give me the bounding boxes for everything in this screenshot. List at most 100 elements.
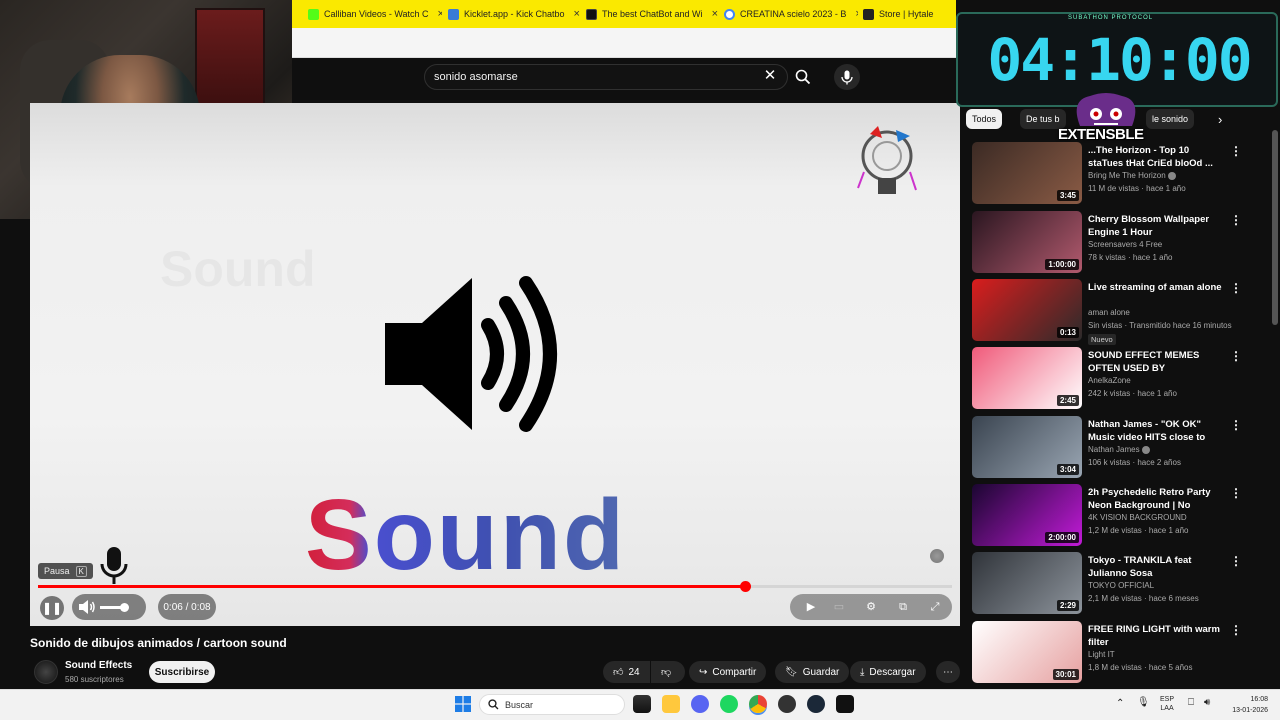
microphone-icon — [841, 70, 853, 84]
browser-tab-3[interactable]: The best ChatBot and Wi × — [586, 4, 720, 24]
recommendation-thumbnail[interactable]: 2:00:00 — [972, 484, 1082, 546]
recommendation-item[interactable]: 3:45 ...The Horizon - Top 10 staTues tHat… — [972, 142, 1272, 206]
more-options-icon[interactable]: ⋮ — [1230, 623, 1242, 637]
recommendation-thumbnail[interactable]: 30:01 — [972, 621, 1082, 683]
recommendation-item[interactable]: 2:29 Tokyo - TRANKILA feat Julianno Sosa T… — [972, 552, 1272, 616]
tray-language[interactable]: ESP LAA — [1160, 695, 1174, 713]
volume-icon[interactable] — [78, 599, 96, 615]
channel-avatar[interactable] — [34, 660, 58, 684]
more-actions-button[interactable]: ⋯ — [936, 661, 960, 683]
share-button[interactable]: ↪ Compartir — [689, 661, 767, 683]
recommendation-thumbnail[interactable]: 2:45 — [972, 347, 1082, 409]
recommendation-channel[interactable]: Screensavers 4 Free — [1088, 240, 1162, 249]
dislike-button[interactable]: 👎︎ — [651, 661, 685, 683]
download-button[interactable]: ⤓ Descargar — [850, 661, 926, 683]
recommendation-title[interactable]: FREE RING LIGHT with warm filter — [1088, 623, 1222, 649]
search-button[interactable] — [788, 64, 818, 90]
search-input[interactable]: sonido asomarse — [424, 64, 788, 90]
recommendation-thumbnail[interactable]: 2:29 — [972, 552, 1082, 614]
recommendation-item[interactable]: 1:00:00 Cherry Blossom Wallpaper Engine 1… — [972, 211, 1272, 275]
recommendation-title[interactable]: Tokyo - TRANKILA feat Julianno Sosa — [1088, 554, 1222, 580]
microphone-overlay-icon — [100, 547, 128, 584]
chip-all[interactable]: Todos — [966, 109, 1003, 129]
tray-microphone-icon[interactable]: 🎙︎ — [1137, 697, 1150, 708]
sidebar-scrollbar[interactable] — [1272, 130, 1278, 325]
close-tab-icon[interactable]: × — [855, 8, 858, 20]
recommendation-thumbnail[interactable]: 0:13 — [972, 279, 1082, 341]
download-label: Descargar — [869, 666, 916, 678]
recommendation-title[interactable]: Cherry Blossom Wallpaper Engine 1 Hour — [1088, 213, 1222, 239]
clear-search-icon[interactable]: ✕ — [763, 68, 777, 83]
epic-games-icon[interactable] — [836, 695, 854, 713]
more-options-icon[interactable]: ⋮ — [1230, 144, 1242, 158]
autoplay-toggle-icon[interactable]: ▶ — [803, 600, 819, 614]
recommendation-item[interactable]: 0:13 Live streaming of aman alone aman alo… — [972, 279, 1272, 345]
browser-tab-1[interactable]: Calliban Videos - Watch C × — [308, 4, 442, 24]
subscribe-button[interactable]: Suscribirse — [149, 661, 215, 683]
pause-button[interactable]: ❚❚ — [40, 596, 64, 620]
chrome-icon[interactable] — [749, 695, 767, 713]
recommendation-thumbnail[interactable]: 3:45 — [972, 142, 1082, 204]
more-options-icon[interactable]: ⋮ — [1230, 349, 1242, 363]
task-view-icon[interactable] — [633, 695, 651, 713]
spotify-icon[interactable] — [720, 695, 738, 713]
bookmark-icon: 🔖︎ — [785, 666, 798, 678]
subtitles-icon[interactable]: ▭ — [831, 600, 847, 614]
browser-tab-5[interactable]: Store | Hytale — [863, 4, 955, 24]
recommendation-channel[interactable]: TOKYO OFFICIAL — [1088, 581, 1154, 590]
close-tab-icon[interactable]: × — [712, 8, 718, 20]
recommendation-item[interactable]: 2:00:00 2h Psychedelic Retro Party Neon B… — [972, 484, 1272, 548]
tray-language-layout: LAA — [1160, 705, 1174, 712]
chevron-right-icon[interactable]: › — [1212, 109, 1228, 129]
recommendation-thumbnail[interactable]: 3:04 — [972, 416, 1082, 478]
save-button[interactable]: 🔖︎ Guardar — [775, 661, 850, 683]
steam-icon[interactable] — [807, 695, 825, 713]
recommendation-thumbnail[interactable]: 1:00:00 — [972, 211, 1082, 273]
browser-tab-4[interactable]: CREATINA scielo 2023 - B × — [724, 4, 858, 24]
more-options-icon[interactable]: ⋮ — [1230, 554, 1242, 568]
recommendation-channel[interactable]: 4K VISION BACKGROUND — [1088, 513, 1187, 522]
recommendation-title[interactable]: SOUND EFFECT MEMES OFTEN USED BY YOUTUBE… — [1088, 349, 1222, 376]
recommendation-title[interactable]: ...The Horizon - Top 10 staTues tHat Cri… — [1088, 144, 1222, 170]
more-options-icon[interactable]: ⋮ — [1230, 418, 1242, 432]
channel-name[interactable]: Sound Effects — [65, 660, 132, 671]
tray-network-icon[interactable]: ⎕ — [1188, 697, 1194, 708]
recommendation-title[interactable]: Nathan James - "OK OK" Music video HITS … — [1088, 418, 1222, 445]
recommendation-item[interactable]: 2:45 SOUND EFFECT MEMES OFTEN USED BY YOU… — [972, 347, 1272, 411]
more-options-icon[interactable]: ⋮ — [1230, 486, 1242, 500]
fullscreen-icon[interactable]: ⤢ — [927, 600, 943, 614]
hytale-icon — [863, 8, 874, 20]
windows-start-icon[interactable] — [455, 696, 471, 712]
recommendation-title[interactable]: Live streaming of aman alone — [1088, 281, 1222, 294]
duration-badge: 2:29 — [1056, 600, 1079, 611]
chip-sound[interactable]: le sonido — [1146, 109, 1195, 129]
recommendation-channel[interactable]: AnelkaZone — [1088, 376, 1131, 385]
file-explorer-icon[interactable] — [662, 695, 680, 713]
tray-volume-icon[interactable]: 🔊︎ — [1204, 697, 1210, 708]
voice-search-button[interactable] — [834, 64, 860, 90]
taskbar-search[interactable]: Buscar — [479, 694, 625, 715]
discord-icon[interactable] — [691, 695, 709, 713]
duration-badge: 1:00:00 — [1045, 259, 1079, 270]
recommendation-item[interactable]: 3:04 Nathan James - "OK OK" Music video H… — [972, 416, 1272, 480]
miniplayer-icon[interactable]: ⧉ — [895, 600, 911, 614]
recommendation-channel[interactable]: Bring Me The Horizon — [1088, 171, 1176, 180]
more-options-icon[interactable]: ⋮ — [1230, 281, 1242, 295]
like-button[interactable]: 👍︎ 24 — [603, 661, 650, 683]
volume-handle[interactable] — [119, 603, 129, 612]
verified-icon — [1141, 445, 1150, 454]
tray-chevron-up-icon[interactable]: ⌃ — [1116, 698, 1124, 709]
recommendation-channel[interactable]: Light IT — [1088, 650, 1115, 659]
recommendation-channel[interactable]: aman alone — [1088, 308, 1130, 317]
more-options-icon[interactable]: ⋮ — [1230, 213, 1242, 227]
recommendation-title[interactable]: 2h Psychedelic Retro Party Neon Backgrou… — [1088, 486, 1222, 513]
tray-clock[interactable]: 16:08 13-01-2026 — [1224, 694, 1268, 716]
close-tab-icon[interactable]: × — [574, 8, 580, 20]
settings-icon[interactable]: ⚙ — [863, 600, 879, 614]
browser-tab-2[interactable]: Kicklet.app - Kick Chatbo × — [448, 4, 582, 24]
search-icon — [795, 69, 811, 85]
recommendation-channel[interactable]: Nathan James — [1088, 445, 1150, 454]
obs-icon[interactable] — [778, 695, 796, 713]
recommendation-item[interactable]: 30:01 FREE RING LIGHT with warm filter Lig… — [972, 621, 1272, 685]
close-tab-icon[interactable]: × — [438, 8, 442, 20]
